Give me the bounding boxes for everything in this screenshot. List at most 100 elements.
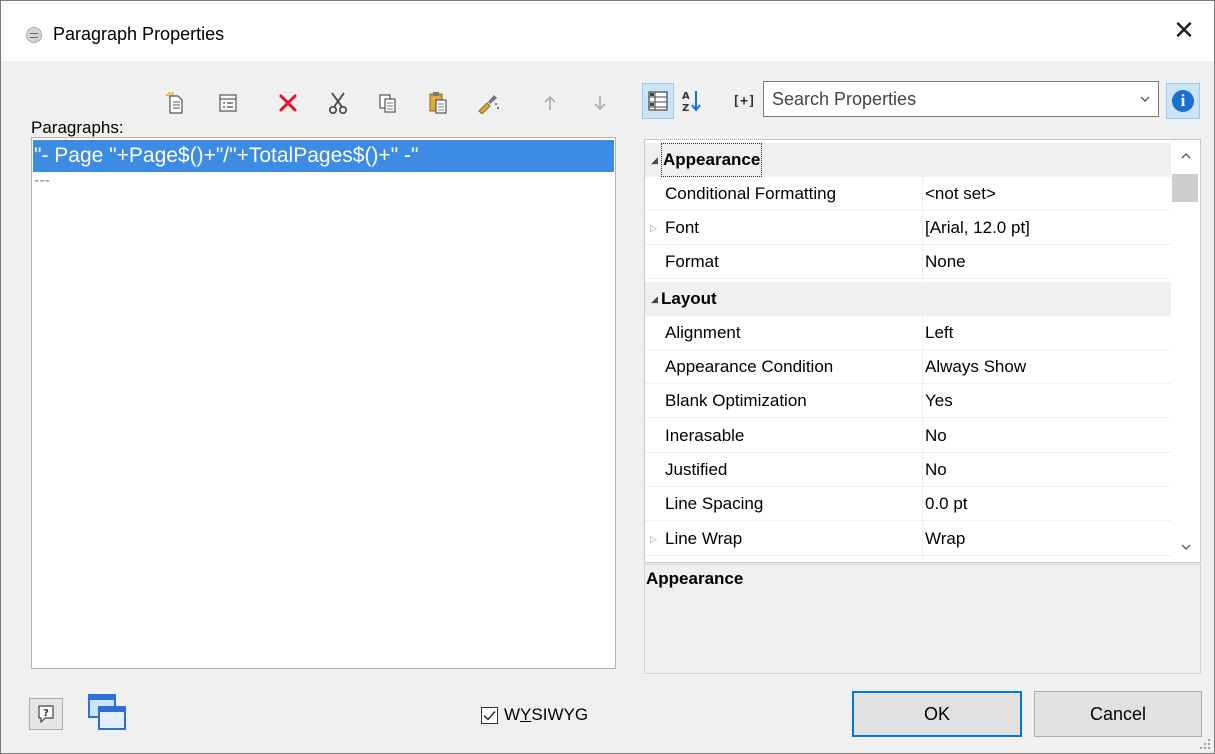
chevron-down-icon <box>1181 544 1190 550</box>
close-button[interactable]: ✕ <box>1154 1 1214 61</box>
collapse-arrow-icon: ◢ <box>651 155 658 165</box>
paragraph-item[interactable]: "- Page "+Page$()+"/"+TotalPages$()+" -" <box>33 140 614 172</box>
move-up-button[interactable] <box>535 87 565 119</box>
copy-button[interactable] <box>373 87 403 119</box>
dialog-icon <box>26 27 42 43</box>
windows-button[interactable] <box>83 691 131 737</box>
property-name: Font <box>665 218 700 237</box>
help-button[interactable]: ? <box>29 698 63 730</box>
property-name: Format <box>665 252 719 271</box>
paragraph-properties-dialog: Paragraph Properties ✕ Paragraphs: "- Pa… <box>0 0 1215 754</box>
property-value[interactable]: No <box>925 419 947 453</box>
paragraph-item[interactable]: --- <box>33 174 614 196</box>
scroll-down-button[interactable] <box>1171 532 1200 562</box>
cut-icon <box>328 92 348 115</box>
property-name: Line Spacing <box>665 494 764 513</box>
expand-arrow-icon[interactable]: ▷ <box>650 211 657 245</box>
move-down-icon <box>594 96 606 111</box>
property-row[interactable]: ▷ Font [Arial, 12.0 pt] <box>645 211 1172 245</box>
description-title: Appearance <box>646 569 744 588</box>
cancel-button[interactable]: Cancel <box>1034 691 1202 737</box>
sort-az-icon: AZ <box>682 91 701 113</box>
property-value[interactable]: Left <box>925 316 953 350</box>
property-value[interactable]: Always Show <box>925 350 1026 384</box>
property-value[interactable]: No <box>925 453 947 487</box>
move-down-button[interactable] <box>585 87 615 119</box>
category-appearance[interactable]: ◢ Appearance <box>645 143 1172 177</box>
format-brush-button[interactable] <box>473 87 503 119</box>
properties-scrollbar[interactable] <box>1171 140 1200 562</box>
property-row[interactable]: ▷ Line Wrap Wrap <box>645 522 1172 556</box>
property-row[interactable]: Blank Optimization Yes <box>645 384 1172 418</box>
wysiwyg-checkbox[interactable] <box>481 706 498 724</box>
property-name: Inerasable <box>665 426 745 445</box>
paste-button[interactable] <box>423 87 453 119</box>
property-name: Alignment <box>665 323 741 342</box>
wysiwyg-option[interactable]: WYSIWYG <box>481 705 588 725</box>
property-name: Appearance Condition <box>665 357 834 376</box>
checkmark-icon <box>483 710 496 721</box>
expand-all-button[interactable]: [+] <box>724 83 764 119</box>
wysiwyg-label: WYSIWYG <box>504 705 589 724</box>
property-name: Blank Optimization <box>665 391 807 410</box>
svg-text:?: ? <box>43 708 49 719</box>
expand-arrow-icon[interactable]: ▷ <box>650 522 657 556</box>
property-row[interactable]: Alignment Left <box>645 316 1172 350</box>
scroll-thumb[interactable] <box>1172 174 1198 202</box>
properties-list-icon <box>219 94 237 112</box>
format-brush-icon <box>478 95 499 114</box>
property-value[interactable]: [Arial, 12.0 pt] <box>925 211 1030 245</box>
property-row[interactable]: Conditional Formatting <not set> <box>645 177 1172 211</box>
alphabetical-sort-button[interactable]: AZ <box>676 83 708 119</box>
category-layout[interactable]: ◢ Layout <box>645 282 1172 316</box>
cut-button[interactable] <box>323 87 353 119</box>
property-row[interactable]: Inerasable No <box>645 419 1172 453</box>
windows-icon <box>88 694 126 730</box>
search-dropdown-button[interactable] <box>1138 90 1152 108</box>
property-name: Conditional Formatting <box>665 184 837 203</box>
properties-grid[interactable]: ◢ Appearance Conditional Formatting <not… <box>644 139 1201 563</box>
category-name: Appearance <box>661 143 763 177</box>
svg-text:Z: Z <box>682 103 689 113</box>
search-properties-box[interactable] <box>763 81 1159 117</box>
property-name: Line Wrap <box>665 529 743 548</box>
chevron-down-icon <box>1140 96 1150 102</box>
property-value[interactable]: Yes <box>925 384 953 418</box>
property-value[interactable]: <not set> <box>925 177 996 211</box>
info-icon: i <box>1172 90 1194 112</box>
categorized-icon <box>648 91 668 111</box>
properties-list-button[interactable] <box>213 87 243 119</box>
chevron-up-icon <box>1181 152 1190 158</box>
move-up-icon <box>544 95 556 110</box>
delete-icon <box>279 94 297 112</box>
info-button[interactable]: i <box>1166 83 1200 119</box>
copy-icon <box>379 94 396 113</box>
description-pane: Appearance <box>644 564 1201 674</box>
property-row[interactable]: Line Spacing 0.0 pt <box>645 487 1172 521</box>
property-row[interactable]: Justified No <box>645 453 1172 487</box>
category-name: Layout <box>661 289 717 308</box>
help-icon: ? <box>38 705 54 724</box>
title-bar[interactable]: Paragraph Properties ✕ <box>1 1 1214 61</box>
new-paragraph-button[interactable] <box>161 87 191 119</box>
dialog-title: Paragraph Properties <box>53 24 225 44</box>
categorized-view-button[interactable] <box>642 83 674 119</box>
resize-grip-icon[interactable] <box>1199 738 1211 750</box>
new-paragraph-icon <box>165 91 183 114</box>
delete-button[interactable] <box>273 87 303 119</box>
svg-text:A: A <box>682 91 690 102</box>
property-row[interactable]: Format None <box>645 245 1172 279</box>
scroll-up-button[interactable] <box>1171 140 1200 170</box>
property-value[interactable]: None <box>925 245 966 279</box>
property-row[interactable]: Appearance Condition Always Show <box>645 350 1172 384</box>
property-value[interactable]: 0.0 pt <box>925 487 968 521</box>
property-name: Justified <box>665 460 728 479</box>
collapse-arrow-icon: ◢ <box>651 294 658 304</box>
ok-button[interactable]: OK <box>852 691 1022 737</box>
search-properties-input[interactable] <box>772 87 1122 111</box>
property-value[interactable]: Wrap <box>925 522 965 556</box>
paragraphs-list[interactable]: "- Page "+Page$()+"/"+TotalPages$()+" -"… <box>31 137 616 669</box>
paste-icon <box>429 92 447 114</box>
close-icon: ✕ <box>1173 16 1195 46</box>
paragraphs-label: Paragraphs: <box>31 118 124 137</box>
